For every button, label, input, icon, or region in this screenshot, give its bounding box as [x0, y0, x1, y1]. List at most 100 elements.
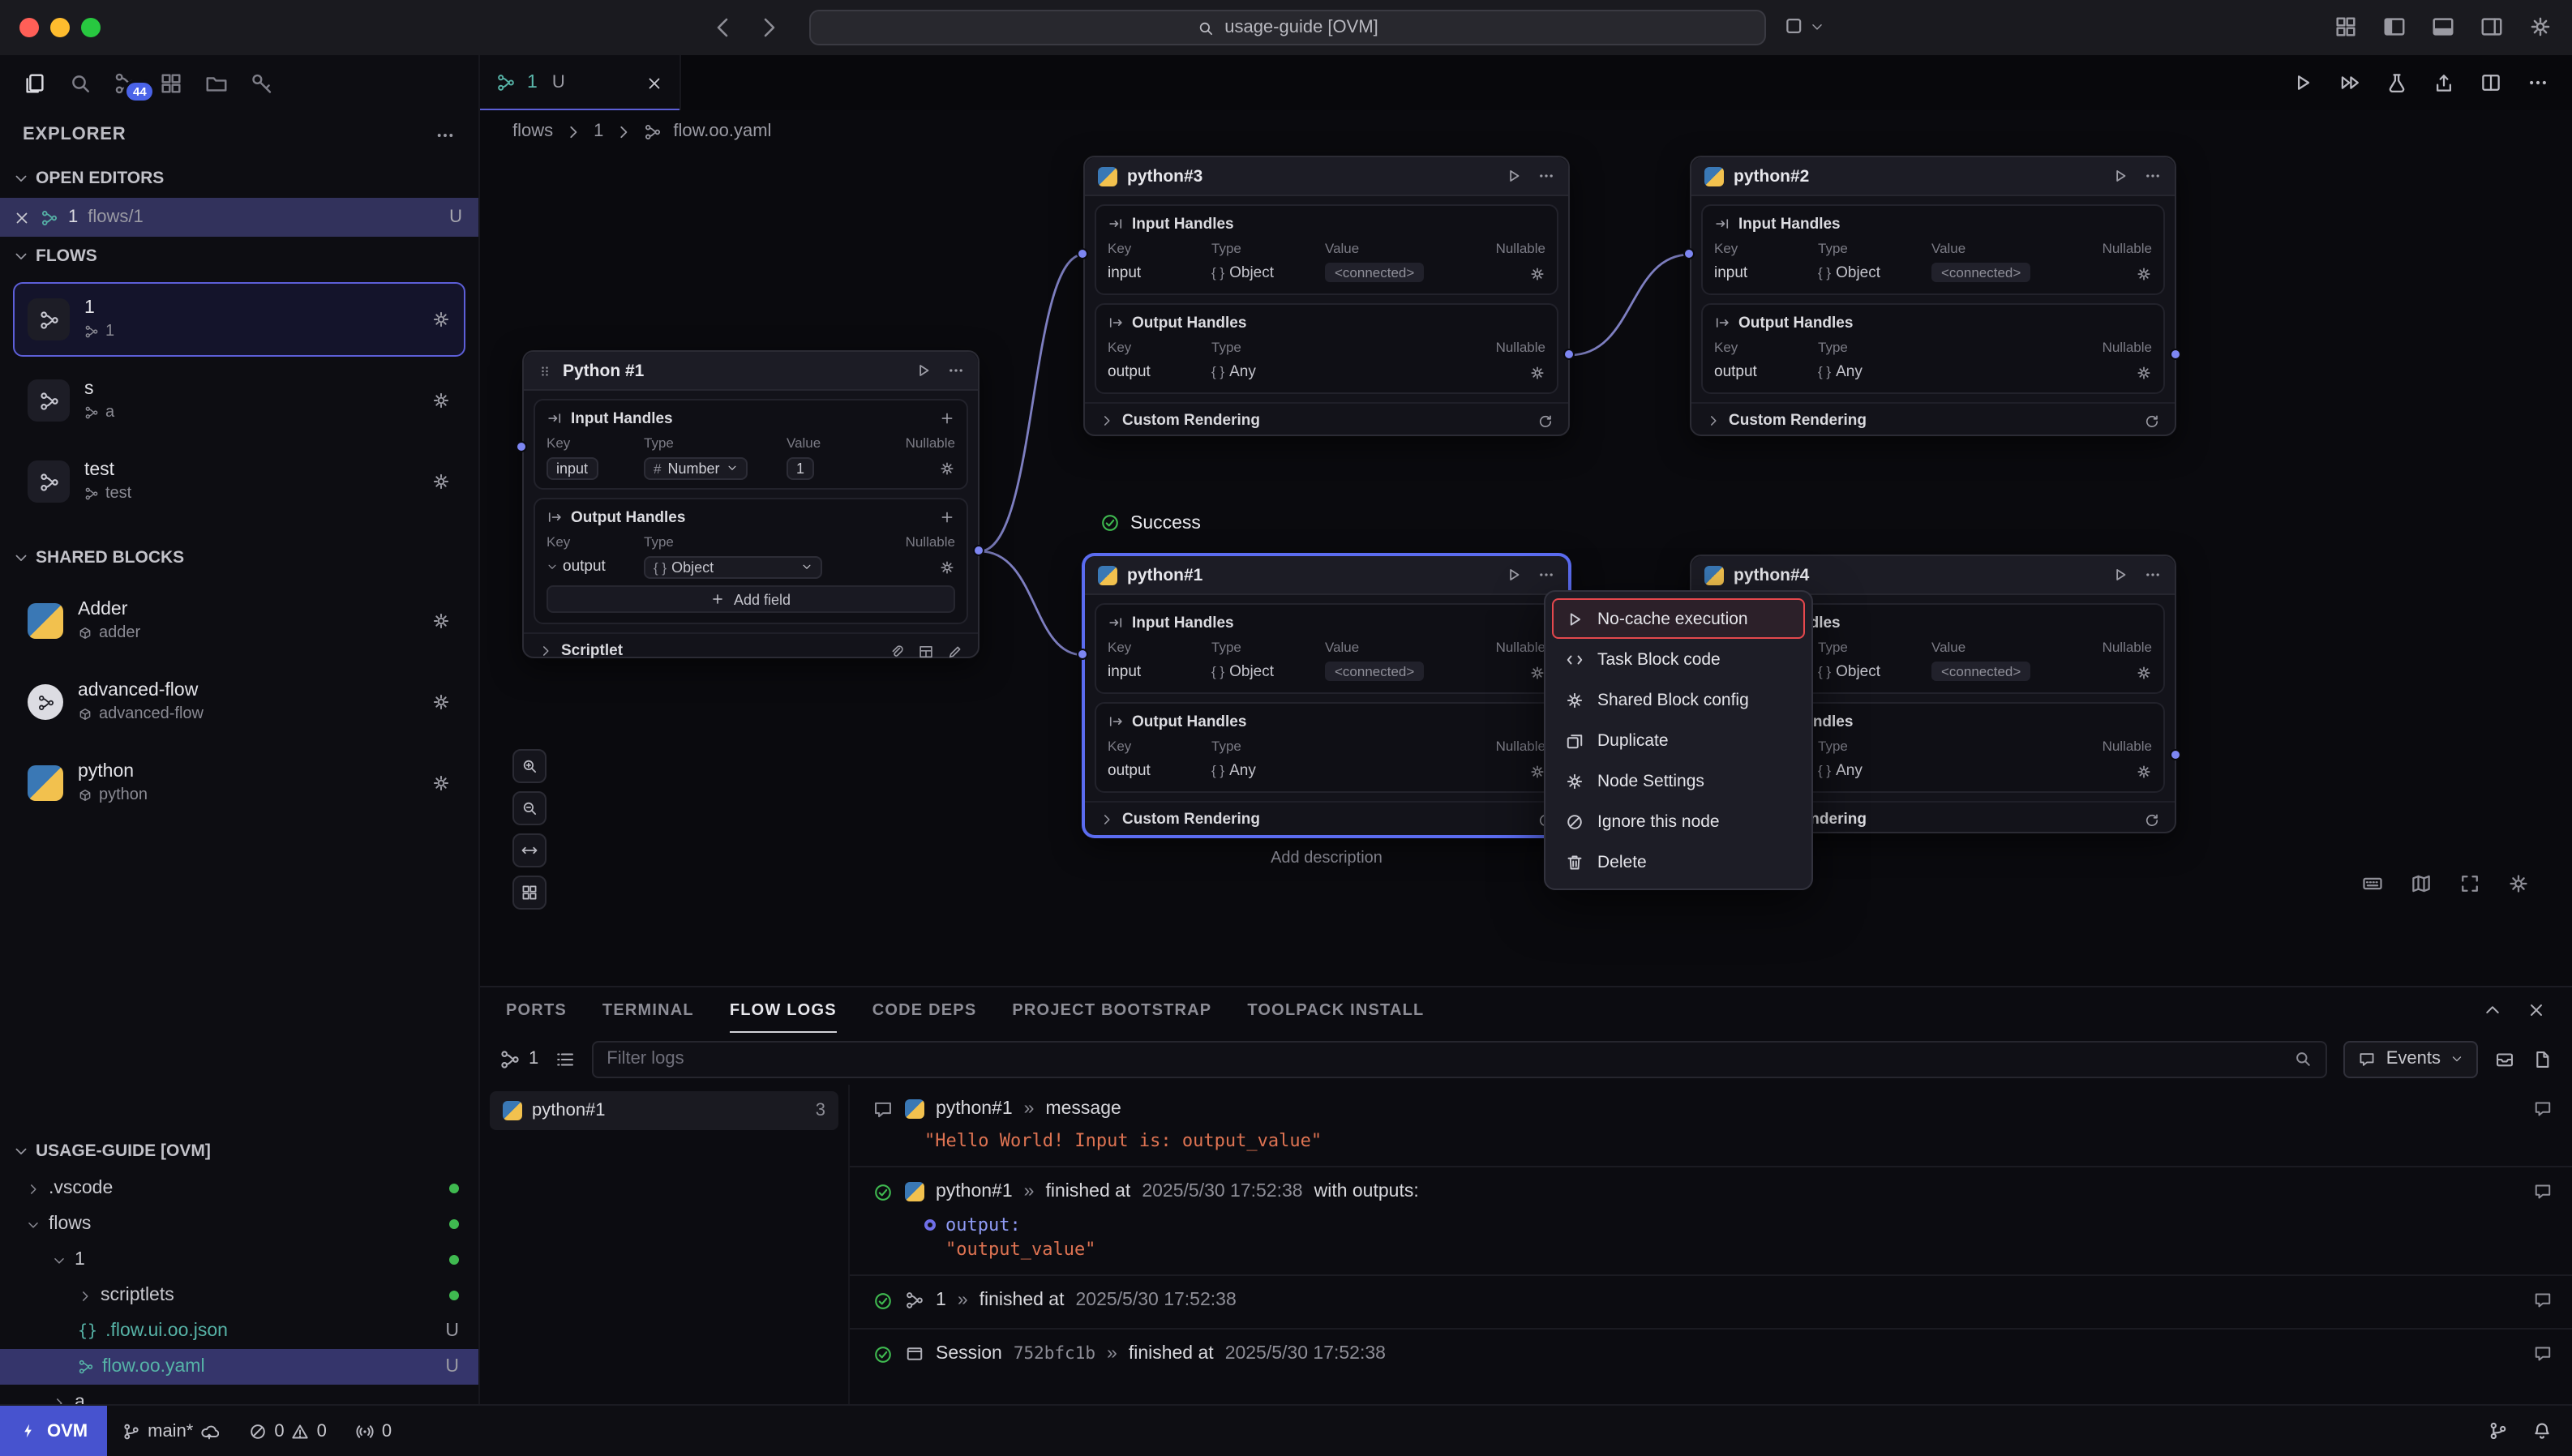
shared-block-adder[interactable]: Adder adder — [13, 584, 465, 658]
tab-ports[interactable]: PORTS — [506, 987, 567, 1033]
handle-settings-icon[interactable] — [1529, 664, 1545, 680]
maximize-panel-icon[interactable] — [2483, 1000, 2502, 1020]
add-input-icon[interactable] — [939, 410, 955, 426]
zoom-window-button[interactable] — [81, 18, 101, 37]
node-more-icon[interactable] — [2144, 566, 2162, 584]
ports-indicator[interactable]: 0 — [341, 1421, 406, 1441]
node-more-icon[interactable] — [947, 362, 965, 379]
input-handle-dot[interactable] — [1077, 649, 1088, 660]
custom-rendering-row[interactable]: Custom Rendering — [1085, 402, 1568, 438]
export-icon[interactable] — [2433, 71, 2455, 94]
log-entry-message[interactable]: python#1 » message "Hello World! Input i… — [850, 1085, 2572, 1167]
handle-settings-icon[interactable] — [939, 460, 955, 476]
settings-gear-icon[interactable] — [2528, 15, 2553, 39]
navigate-forward-icon[interactable] — [756, 15, 782, 41]
block-settings-icon[interactable] — [431, 611, 451, 631]
canvas-settings-icon[interactable] — [2507, 872, 2530, 895]
output-handle-dot[interactable] — [1563, 349, 1575, 360]
node-python2[interactable]: python#2 Input Handles KeyTypeValueNulla… — [1690, 156, 2176, 436]
breadcrumb-file[interactable]: flow.oo.yaml — [673, 122, 771, 141]
node-header[interactable]: python#1 — [1085, 556, 1568, 595]
tree-item-flow-ui-json[interactable]: {} .flow.ui.oo.json U — [0, 1313, 478, 1349]
node-header[interactable]: Python #1 — [524, 352, 978, 391]
shared-block-advanced-flow[interactable]: advanced-flow advanced-flow — [13, 665, 465, 739]
tab-code-deps[interactable]: CODE DEPS — [872, 987, 977, 1033]
input-value-field[interactable]: 1 — [787, 456, 814, 479]
shared-block-python[interactable]: python python — [13, 746, 465, 820]
handle-settings-icon[interactable] — [1529, 763, 1545, 779]
breadcrumb-1[interactable]: 1 — [594, 122, 603, 141]
flows-section-header[interactable]: FLOWS — [0, 237, 478, 276]
more-actions-icon[interactable] — [2527, 71, 2549, 94]
handle-settings-icon[interactable] — [2136, 763, 2152, 779]
open-editors-header[interactable]: OPEN EDITORS — [0, 159, 478, 198]
tab-project-bootstrap[interactable]: PROJECT BOOTSTRAP — [1012, 987, 1211, 1033]
menu-item-duplicate[interactable]: Duplicate — [1552, 720, 1805, 760]
node-header[interactable]: python#2 — [1691, 157, 2175, 196]
handle-settings-icon[interactable] — [2136, 265, 2152, 281]
flow-item-test[interactable]: test test — [13, 444, 465, 519]
handle-settings-icon[interactable] — [2136, 664, 2152, 680]
flow-settings-icon[interactable] — [431, 310, 451, 329]
node-python3[interactable]: python#3 Input Handles KeyTypeValueNulla… — [1083, 156, 1570, 436]
refresh-icon[interactable] — [1537, 413, 1554, 429]
log-entry-node-finished[interactable]: python#1 » finished at 2025/5/30 17:52:3… — [850, 1167, 2572, 1276]
table-icon[interactable] — [918, 643, 934, 659]
node-more-icon[interactable] — [1537, 167, 1555, 185]
explorer-view-icon[interactable] — [23, 71, 47, 95]
git-branch-indicator[interactable]: main* — [107, 1421, 234, 1441]
breadcrumb-flows[interactable]: flows — [512, 122, 553, 141]
navigate-back-icon[interactable] — [710, 15, 736, 41]
projects-view-icon[interactable] — [204, 71, 229, 95]
close-panel-icon[interactable] — [2527, 1000, 2546, 1020]
keyboard-shortcuts-icon[interactable] — [2361, 872, 2384, 895]
run-node-icon[interactable] — [1505, 167, 1523, 185]
edit-icon[interactable] — [947, 643, 963, 659]
log-list-view-icon[interactable] — [555, 1048, 576, 1069]
tree-item-flow-yaml[interactable]: flow.oo.yaml U — [0, 1349, 478, 1385]
fit-view-button[interactable] — [512, 833, 547, 867]
log-entry-session-finished[interactable]: Session 752bfc1b » finished at 2025/5/30… — [850, 1330, 2572, 1381]
auto-layout-button[interactable] — [512, 876, 547, 910]
handle-settings-icon[interactable] — [1529, 265, 1545, 281]
block-settings-icon[interactable] — [431, 773, 451, 793]
comment-icon[interactable] — [2533, 1099, 2553, 1119]
input-type-select[interactable]: #Number — [644, 456, 748, 479]
custom-rendering-row[interactable]: Custom Rendering — [1691, 402, 2175, 438]
output-handle-dot[interactable] — [2170, 349, 2181, 360]
flow-item-1[interactable]: 1 1 — [13, 282, 465, 357]
node-more-icon[interactable] — [1537, 566, 1555, 584]
scriptlet-row[interactable]: Scriptlet — [524, 632, 978, 668]
input-handle-dot[interactable] — [1683, 248, 1695, 259]
close-window-button[interactable] — [19, 18, 39, 37]
node-more-icon[interactable] — [2144, 167, 2162, 185]
run-node-icon[interactable] — [2111, 167, 2129, 185]
add-description-button[interactable]: Add description — [1083, 850, 1570, 867]
menu-item-shared-block-config[interactable]: Shared Block config — [1552, 679, 1805, 720]
open-editor-item[interactable]: 1 flows/1 U — [0, 198, 478, 237]
zoom-in-button[interactable] — [512, 749, 547, 783]
open-log-file-icon[interactable] — [2531, 1048, 2553, 1069]
blocks-view-icon[interactable] — [159, 71, 183, 95]
workspace-switcher[interactable] — [1784, 15, 1824, 37]
export-logs-icon[interactable] — [2494, 1048, 2515, 1069]
tab-flow-1[interactable]: 1 U — [480, 55, 681, 110]
toggle-sidebar-left-icon[interactable] — [2382, 15, 2407, 39]
close-tab-icon[interactable] — [645, 74, 663, 92]
add-output-icon[interactable] — [939, 509, 955, 525]
input-key-field[interactable]: input — [547, 456, 598, 479]
test-flow-icon[interactable] — [2386, 71, 2408, 94]
tab-toolpack-install[interactable]: TOOLPACK INSTALL — [1247, 987, 1424, 1033]
node-header[interactable]: python#3 — [1085, 157, 1568, 196]
menu-item-ignore-node[interactable]: Ignore this node — [1552, 801, 1805, 841]
shared-blocks-header[interactable]: SHARED BLOCKS — [0, 538, 478, 577]
run-flow-icon[interactable] — [2291, 71, 2314, 94]
log-entry-flow-finished[interactable]: 1 » finished at 2025/5/30 17:52:38 — [850, 1276, 2572, 1330]
menu-item-no-cache-execution[interactable]: No-cache execution — [1552, 598, 1805, 639]
expand-output-icon[interactable] — [547, 561, 558, 572]
refresh-icon[interactable] — [2144, 812, 2160, 828]
custom-rendering-row[interactable]: Custom Rendering — [1085, 801, 1568, 837]
drag-grip-icon[interactable] — [537, 362, 553, 379]
comment-icon[interactable] — [2533, 1344, 2553, 1364]
output-handle-dot[interactable] — [973, 545, 984, 556]
